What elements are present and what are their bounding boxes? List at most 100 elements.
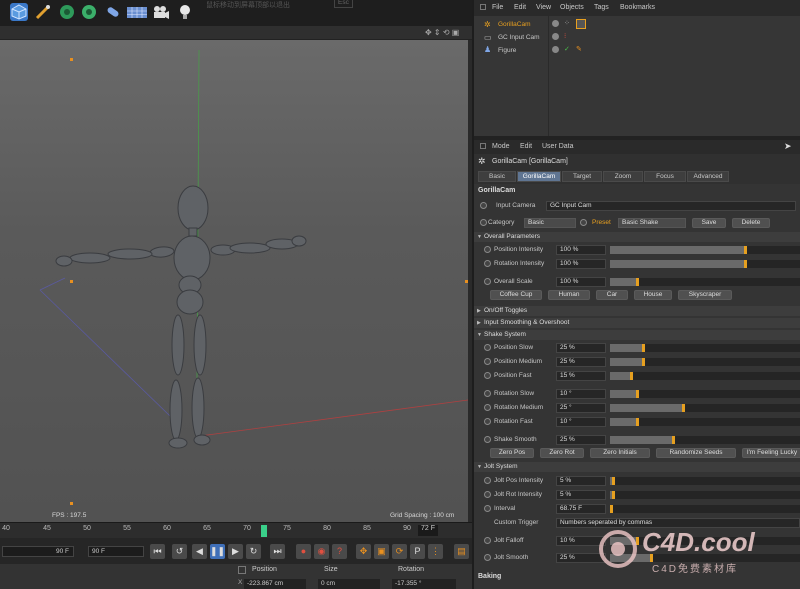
rotation-medium-slider[interactable] xyxy=(610,404,800,412)
param-bullet[interactable] xyxy=(480,219,487,226)
shake-smooth-slider[interactable] xyxy=(610,436,800,444)
camera-icon[interactable] xyxy=(152,3,170,21)
menu-objects[interactable]: Objects xyxy=(560,4,584,11)
playhead[interactable] xyxy=(261,525,267,537)
menu-view[interactable]: View xyxy=(536,4,551,11)
x-position-field[interactable]: -223.867 cm xyxy=(244,579,306,589)
checkbox[interactable] xyxy=(238,566,246,574)
x-rotation-field[interactable]: -17.355 ° xyxy=(392,579,456,589)
param-key-button[interactable]: P xyxy=(410,544,425,559)
coffee-cup-button[interactable]: Coffee Cup xyxy=(490,290,542,300)
frame-end-field[interactable]: 90 F xyxy=(88,546,144,557)
light-bulb-icon[interactable] xyxy=(176,3,194,21)
preset-dropdown[interactable]: Basic Shake xyxy=(618,218,686,228)
shake-smooth-field[interactable]: 25 % xyxy=(556,435,606,445)
jolt-pos-intensity-field[interactable]: 5 % xyxy=(556,476,606,486)
param-bullet[interactable] xyxy=(484,260,491,267)
timeline[interactable]: 40 45 50 55 60 65 70 75 80 85 90 72 F xyxy=(0,522,472,538)
visibility-dot[interactable] xyxy=(552,20,559,27)
record-button[interactable]: ● xyxy=(296,544,311,559)
visibility-dot[interactable] xyxy=(552,46,559,53)
delete-button[interactable]: Delete xyxy=(732,218,770,228)
interval-slider[interactable] xyxy=(610,505,800,513)
param-bullet[interactable] xyxy=(480,202,487,209)
next-frame-button[interactable]: ▶ xyxy=(228,544,243,559)
input-camera-field[interactable]: GC Input Cam xyxy=(546,201,796,211)
loop-forward-button[interactable]: ↻ xyxy=(246,544,261,559)
gear-icon[interactable] xyxy=(80,3,98,21)
position-slow-field[interactable]: 25 % xyxy=(556,343,606,353)
param-bullet[interactable] xyxy=(484,554,491,561)
visibility-dot[interactable] xyxy=(552,33,559,40)
section-onoff-toggles[interactable]: ▶ On/Off Toggles xyxy=(474,306,800,316)
tab-advanced[interactable]: Advanced xyxy=(687,171,729,182)
tab-basic[interactable]: Basic xyxy=(478,171,516,182)
overall-scale-field[interactable]: 100 % xyxy=(556,277,606,287)
position-fast-field[interactable]: 15 % xyxy=(556,371,606,381)
grid-key-button[interactable]: ⋮ xyxy=(428,544,443,559)
param-bullet[interactable] xyxy=(484,404,491,411)
jolt-pos-intensity-slider[interactable] xyxy=(610,477,800,485)
param-bullet[interactable] xyxy=(484,390,491,397)
position-medium-slider[interactable] xyxy=(610,358,800,366)
go-to-start-button[interactable]: ⏮ xyxy=(150,544,165,559)
go-to-end-button[interactable]: ⏭ xyxy=(270,544,285,559)
pen-icon[interactable] xyxy=(34,3,52,21)
rotation-slow-slider[interactable] xyxy=(610,390,800,398)
section-overall-parameters[interactable]: ▼ Overall Parameters xyxy=(474,232,800,242)
menu-bookmarks[interactable]: Bookmarks xyxy=(620,4,655,11)
category-dropdown[interactable]: Basic xyxy=(524,218,576,228)
film-strip-icon[interactable]: ▤ xyxy=(454,544,469,559)
rotation-medium-field[interactable]: 25 ° xyxy=(556,403,606,413)
previous-frame-button[interactable]: ◀ xyxy=(192,544,207,559)
menu-user-data[interactable]: User Data xyxy=(542,143,574,150)
move-key-button[interactable]: ✥ xyxy=(356,544,371,559)
feeling-lucky-button[interactable]: I'm Feeling Lucky xyxy=(742,448,800,458)
pause-button[interactable]: ❚❚ xyxy=(210,544,225,559)
menu-edit[interactable]: Edit xyxy=(514,4,526,11)
position-intensity-slider[interactable] xyxy=(610,246,800,254)
position-slow-slider[interactable] xyxy=(610,344,800,352)
interval-field[interactable]: 68.75 F xyxy=(556,504,606,514)
viewport[interactable]: FPS : 197.5 Grid Spacing : 100 cm xyxy=(0,40,468,522)
autokey-button[interactable]: ◉ xyxy=(314,544,329,559)
rotation-intensity-field[interactable]: 100 % xyxy=(556,259,606,269)
position-medium-field[interactable]: 25 % xyxy=(556,357,606,367)
scale-key-button[interactable]: ▣ xyxy=(374,544,389,559)
jolt-rot-intensity-slider[interactable] xyxy=(610,491,800,499)
zero-rot-button[interactable]: Zero Rot xyxy=(540,448,584,458)
param-bullet[interactable] xyxy=(484,344,491,351)
car-button[interactable]: Car xyxy=(596,290,628,300)
tag-icon[interactable] xyxy=(576,19,586,29)
param-bullet[interactable] xyxy=(484,436,491,443)
tab-focus[interactable]: Focus xyxy=(644,171,686,182)
rotation-fast-field[interactable]: 10 ° xyxy=(556,417,606,427)
param-bullet[interactable] xyxy=(484,278,491,285)
param-bullet[interactable] xyxy=(484,491,491,498)
save-button[interactable]: Save xyxy=(692,218,726,228)
jolt-rot-intensity-field[interactable]: 5 % xyxy=(556,490,606,500)
zero-initials-button[interactable]: Zero Initials xyxy=(590,448,650,458)
object-row-figure[interactable]: ♟ Figure ✓ ✎ xyxy=(474,44,800,57)
grid-icon[interactable] xyxy=(126,3,147,21)
position-intensity-field[interactable]: 100 % xyxy=(556,245,606,255)
tab-target[interactable]: Target xyxy=(562,171,602,182)
menu-toggle-icon[interactable] xyxy=(480,143,486,149)
section-input-smoothing[interactable]: ▶ Input Smoothing & Overshoot xyxy=(474,318,800,328)
gear-icon[interactable] xyxy=(58,3,76,21)
tab-gorillacam[interactable]: GorillaCam xyxy=(517,171,561,182)
menu-file[interactable]: File xyxy=(492,4,503,11)
key-selection-button[interactable]: ? xyxy=(332,544,347,559)
frame-start-field[interactable]: 90 F xyxy=(2,546,74,557)
rotation-slow-field[interactable]: 10 ° xyxy=(556,389,606,399)
section-jolt-system[interactable]: ▼ Jolt System xyxy=(474,462,800,472)
skyscraper-button[interactable]: Skyscraper xyxy=(678,290,732,300)
param-bullet[interactable] xyxy=(484,537,491,544)
param-bullet[interactable] xyxy=(484,372,491,379)
rotate-key-button[interactable]: ⟳ xyxy=(392,544,407,559)
zero-pos-button[interactable]: Zero Pos xyxy=(490,448,534,458)
param-bullet[interactable] xyxy=(580,219,587,226)
section-shake-system[interactable]: ▼ Shake System xyxy=(474,330,800,340)
param-bullet[interactable] xyxy=(484,505,491,512)
human-button[interactable]: Human xyxy=(548,290,590,300)
